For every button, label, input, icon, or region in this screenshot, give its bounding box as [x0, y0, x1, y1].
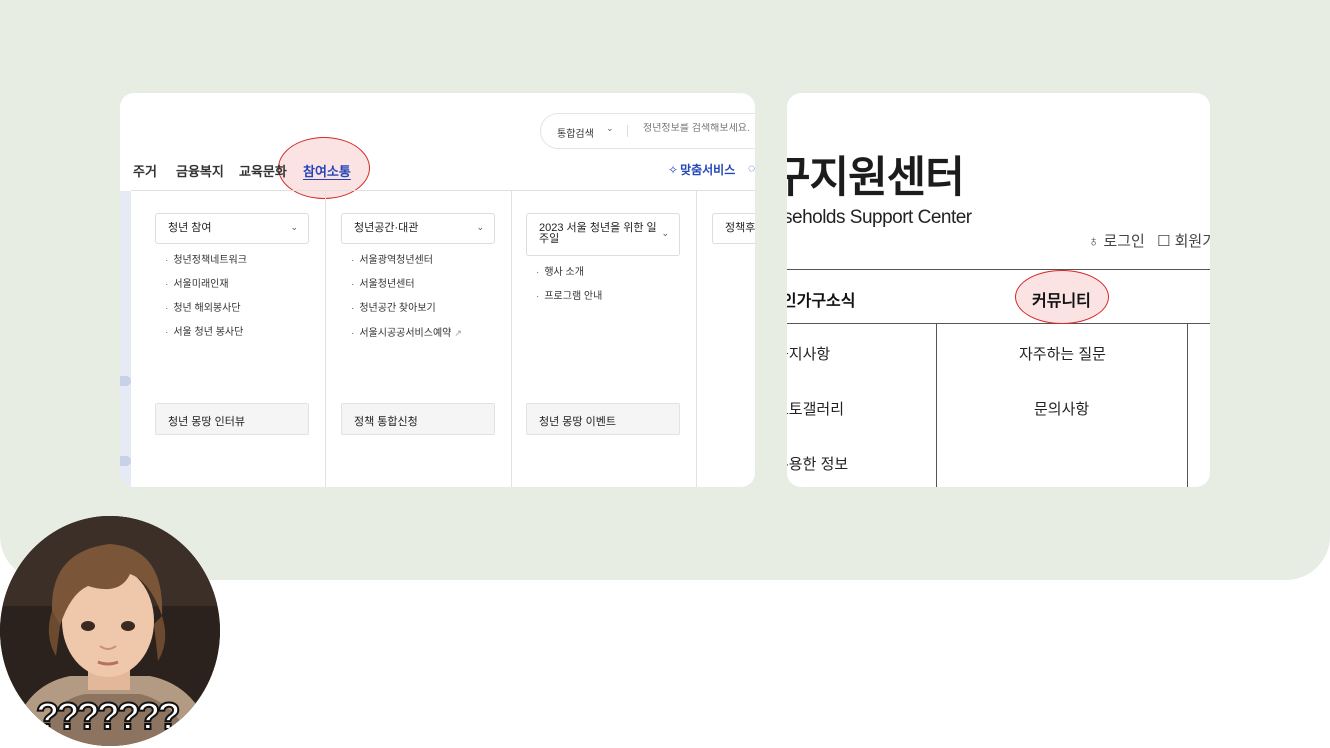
submenu-item[interactable]: · 서울광역청년센터 [351, 254, 462, 278]
submenu-item[interactable]: · 서울시공공서비스예약 ↗ [351, 326, 462, 350]
category-title: 2023 서울 청년을 위한 일주일 [539, 222, 657, 245]
category-header-policy-review[interactable]: 정책후기 [712, 213, 755, 244]
submenu-item[interactable]: · 청년공간 찾아보기 [351, 302, 462, 326]
site-logo-korean[interactable]: 구지원센터 [787, 153, 965, 203]
submenu-notice[interactable]: 공지사항 [787, 343, 830, 364]
gnb-item-finance-welfare[interactable]: 금융복지 [176, 161, 224, 180]
background-strip [120, 191, 131, 487]
avatar-caption: ??????? [35, 695, 182, 739]
submenu-item[interactable]: · 청년정책네트워크 [165, 254, 247, 278]
policy-application-button[interactable]: 정책 통합신청 [341, 403, 495, 435]
left-screenshot-card: 통합검색 ⌄ 주거 금융복지 교육문화 참여소통 ✧맞춤서비스 ◌ 청년 참여 … [120, 93, 755, 487]
submenu-faq[interactable]: 자주하는 질문 [1019, 343, 1106, 364]
nav-item-single-household-news[interactable]: 1인가구소식 [787, 287, 856, 311]
site-logo-english: seholds Support Center [787, 207, 972, 228]
column-divider [936, 324, 937, 487]
interview-button[interactable]: 청년 몽땅 인터뷰 [155, 403, 309, 435]
submenu-list: · 서울광역청년센터 · 서울청년센터 · 청년공간 찾아보기 · 서울시공공서비스예약… [351, 254, 462, 350]
right-screenshot-card: 구지원센터 seholds Support Center ♁ 로그인 ☐ 회원가… [787, 93, 1210, 487]
gnb-item-housing[interactable]: 주거 [133, 161, 157, 180]
submenu-list: · 청년정책네트워크 · 서울미래인재 · 청년 해외봉사단 · 서울 청년 봉사단 [165, 254, 247, 350]
search-bar[interactable]: 통합검색 ⌄ [540, 113, 755, 149]
column-divider [1187, 324, 1188, 487]
menu-divider [131, 190, 755, 191]
custom-service-link[interactable]: ✧ 맞춤서비스 [668, 161, 735, 178]
category-title: 청년 참여 [168, 222, 212, 234]
gnb-item-participation[interactable]: 참여소통 [303, 161, 351, 180]
chevron-down-icon: ⌄ [606, 123, 614, 133]
submenu-list: · 행사 소개 · 프로그램 안내 [536, 266, 602, 314]
search-input[interactable] [643, 123, 755, 134]
column-divider [325, 191, 326, 487]
submenu-item[interactable]: · 프로그램 안내 [536, 290, 602, 314]
signup-link[interactable]: ☐ 회원가 [1157, 230, 1210, 251]
external-link-icon: ↗ [454, 328, 462, 338]
category-header-youth-space[interactable]: 청년공간·대관 ⌄ [341, 213, 495, 244]
column-divider [511, 191, 512, 487]
custom-service-label: 맞춤서비스 [680, 163, 736, 177]
chevron-down-icon: ⌄ [661, 228, 669, 238]
nav-bottom-border [787, 323, 1210, 324]
gnb-item-education-culture[interactable]: 교육문화 [239, 161, 287, 180]
pin-icon: ✧ [668, 163, 679, 177]
search-divider [627, 125, 628, 137]
bell-icon[interactable]: ◌ [748, 161, 755, 175]
submenu-photo-gallery[interactable]: 포토갤러리 [787, 398, 844, 419]
reaction-avatar: ??????? [0, 516, 220, 746]
decorative-wave [120, 456, 131, 466]
login-link[interactable]: ♁ 로그인 [1088, 230, 1145, 251]
category-title: 청년공간·대관 [354, 222, 419, 234]
chevron-down-icon: ⌄ [476, 222, 484, 232]
column-divider [696, 191, 697, 487]
submenu-inquiry[interactable]: 문의사항 [1034, 398, 1089, 419]
decorative-wave [120, 376, 131, 386]
submenu-item[interactable]: · 서울청년센터 [351, 278, 462, 302]
submenu-useful-info[interactable]: 유용한 정보 [787, 453, 848, 474]
nav-item-community[interactable]: 커뮤니티 [1032, 287, 1091, 311]
submenu-item[interactable]: · 행사 소개 [536, 266, 602, 290]
user-icon: ♁ [1088, 233, 1100, 250]
category-header-youth-week[interactable]: 2023 서울 청년을 위한 일주일 ⌄ [526, 213, 680, 256]
submenu-item[interactable]: · 청년 해외봉사단 [165, 302, 247, 326]
submenu-item[interactable]: · 서울미래인재 [165, 278, 247, 302]
edit-icon: ☐ [1157, 233, 1171, 250]
event-button[interactable]: 청년 몽땅 이벤트 [526, 403, 680, 435]
chevron-down-icon: ⌄ [290, 222, 298, 232]
nav-top-border [787, 269, 1210, 270]
category-header-youth-participation[interactable]: 청년 참여 ⌄ [155, 213, 309, 244]
category-title: 정책후기 [725, 222, 755, 234]
submenu-item[interactable]: · 서울 청년 봉사단 [165, 326, 247, 350]
search-scope-select[interactable]: 통합검색 [557, 125, 594, 140]
